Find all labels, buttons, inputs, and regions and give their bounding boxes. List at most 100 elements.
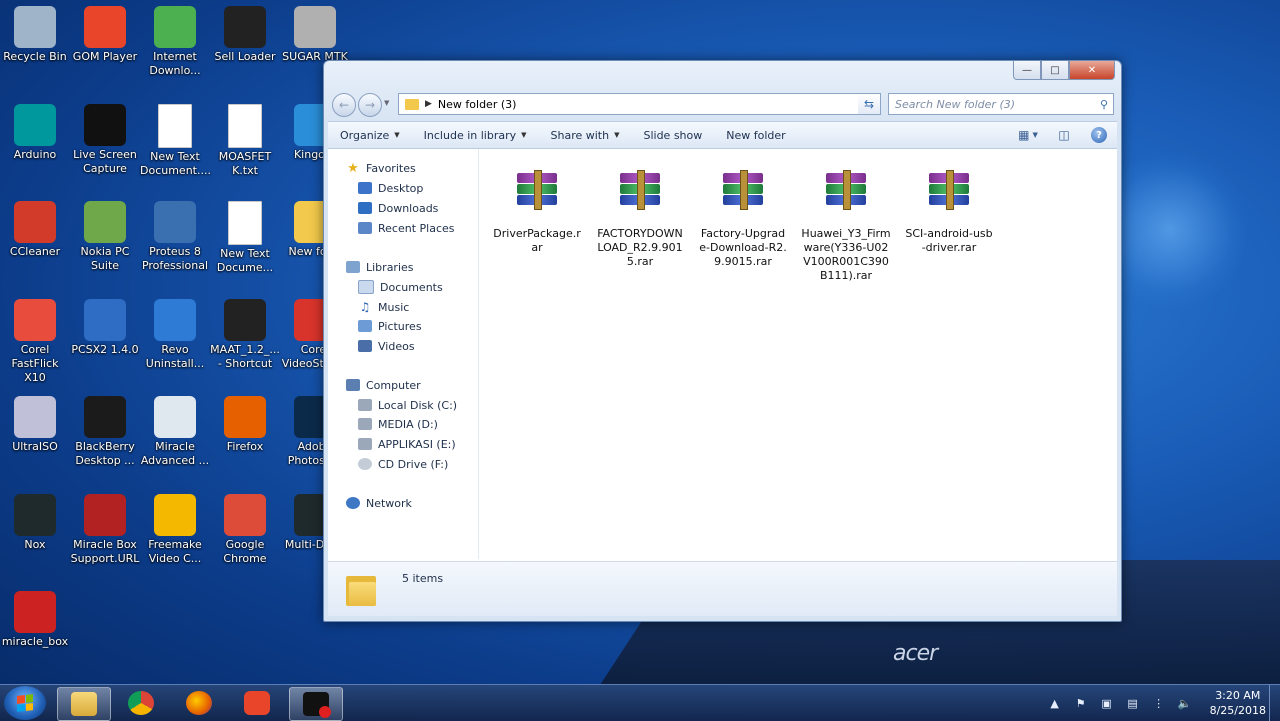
miracle-box-icon	[14, 591, 56, 633]
winrar-archive-icon	[826, 170, 866, 210]
desktop-icon-item[interactable]: MOASFET K.txt	[210, 103, 280, 178]
computer-icon	[346, 379, 360, 391]
search-icon[interactable]: ⚲	[1095, 98, 1113, 111]
desktop-icon-item[interactable]: Arduino	[0, 103, 70, 162]
taskbar: ▲ ⚑ ▣ ▤ ⋮ 🔈 3:20 AM 8/25/2018	[0, 684, 1280, 721]
desktop-icon-item[interactable]: Nokia PC Suite	[70, 201, 140, 273]
desktop-icon-item[interactable]: MAAT_1.2_... - Shortcut	[210, 298, 280, 371]
desktop-icon-item[interactable]: BlackBerry Desktop ...	[70, 396, 140, 468]
new-folder-button[interactable]: New folder	[714, 129, 797, 142]
file-item[interactable]: Huawei_Y3_Firmware(Y336-U02V100R001C390B…	[801, 157, 891, 283]
desktop-icon-item[interactable]: UltraISO	[0, 396, 70, 454]
taskbar-explorer[interactable]	[57, 687, 111, 721]
desktop-icon-item[interactable]: New Text Document....	[140, 103, 211, 178]
desktop-icon-item[interactable]: Miracle Advanced ...	[140, 396, 210, 468]
desktop-icon-item[interactable]: Firefox	[210, 396, 280, 454]
desktop-icon-item[interactable]: Nox	[0, 493, 70, 552]
file-name: FACTORYDOWNLOAD_R2.9.9015.rar	[597, 227, 683, 268]
nav-libraries[interactable]: Libraries	[346, 258, 414, 276]
nav-network-label: Network	[366, 496, 412, 510]
maximize-button[interactable]: □	[1041, 61, 1069, 80]
include-in-library-menu[interactable]: Include in library ▼	[412, 129, 539, 142]
close-button[interactable]: ✕	[1069, 61, 1115, 80]
help-button[interactable]: ?	[1091, 127, 1107, 143]
share-with-menu[interactable]: Share with ▼	[539, 129, 632, 142]
ultraiso-icon	[14, 396, 56, 438]
show-hidden-icons-button[interactable]: ▲	[1048, 696, 1062, 710]
show-desktop-button[interactable]	[1269, 685, 1280, 721]
nav-applikasi-e[interactable]: APPLIKASI (E:)	[358, 435, 456, 453]
address-bar[interactable]: ▶ New folder (3) ▼	[398, 93, 878, 115]
desktop-icon-item[interactable]: Miracle Box Support.URL	[70, 493, 140, 566]
desktop-icon-label: Miracle Box Support.URL	[70, 537, 140, 565]
file-item[interactable]: SCI-android-usb-driver.rar	[904, 157, 994, 255]
desktop-icon-item[interactable]: Freemake Video C...	[140, 493, 210, 566]
desktop-icon-item[interactable]: Live Screen Capture	[70, 103, 140, 176]
windows-logo-icon	[17, 694, 33, 712]
nav-videos[interactable]: Videos	[358, 337, 415, 355]
nav-libraries-label: Libraries	[366, 260, 414, 274]
nav-computer[interactable]: Computer	[346, 376, 421, 394]
desktop-icon-item[interactable]: Sell Loader	[210, 6, 280, 64]
breadcrumb-current-folder[interactable]: New folder (3)	[438, 98, 861, 111]
start-button[interactable]	[4, 686, 46, 720]
desktop-icon-item[interactable]: CCleaner	[0, 201, 70, 259]
file-item[interactable]: DriverPackage.rar	[492, 157, 582, 255]
taskbar-screen-capture[interactable]	[289, 687, 343, 721]
pictures-icon	[358, 320, 372, 332]
desktop-icon-item[interactable]: Revo Uninstall...	[140, 298, 210, 371]
nav-network[interactable]: Network	[346, 494, 412, 512]
search-input[interactable]	[889, 96, 1095, 112]
back-button[interactable]: ←	[332, 93, 356, 117]
nav-media-d[interactable]: MEDIA (D:)	[358, 415, 438, 433]
nav-desktop[interactable]: Desktop	[358, 179, 423, 197]
forward-button[interactable]: →	[358, 93, 382, 117]
desktop-icon-item[interactable]: PCSX2 1.4.0	[70, 298, 140, 357]
desktop-icon-item[interactable]: Proteus 8 Professional	[140, 201, 210, 273]
desktop-icon-item[interactable]: SUGAR MTK	[280, 6, 350, 64]
minimize-button[interactable]: —	[1013, 61, 1041, 80]
desktop-icon-item[interactable]: Recycle Bin	[0, 6, 70, 64]
usb-icon[interactable]: ⋮	[1152, 696, 1166, 710]
organize-menu[interactable]: Organize ▼	[328, 129, 412, 142]
freemake-icon	[154, 493, 196, 536]
desktop-icon-item[interactable]: Internet Downlo...	[140, 6, 210, 78]
nav-downloads[interactable]: Downloads	[358, 199, 438, 217]
libraries-icon	[346, 261, 360, 273]
device-icon[interactable]: ▣	[1100, 696, 1114, 710]
nav-recent-places[interactable]: Recent Places	[358, 219, 455, 237]
nav-local-disk-c[interactable]: Local Disk (C:)	[358, 396, 457, 414]
clock[interactable]: 3:20 AM 8/25/2018	[1210, 688, 1266, 718]
proteus-icon	[154, 201, 196, 243]
file-item[interactable]: Factory-Upgrade-Download-R2.9.9015.rar	[698, 157, 788, 269]
taskbar-firefox[interactable]	[173, 687, 225, 719]
network-tray-icon[interactable]: ▤	[1126, 696, 1140, 710]
volume-icon[interactable]: 🔈	[1178, 696, 1192, 710]
search-box[interactable]: ⚲	[888, 93, 1114, 115]
chevron-down-icon: ▼	[1032, 131, 1038, 139]
refresh-button[interactable]: ⇆	[858, 93, 881, 115]
nav-music[interactable]: ♫ Music	[358, 298, 410, 316]
nav-cd-drive-f[interactable]: CD Drive (F:)	[358, 455, 448, 473]
desktop-icon-item[interactable]: New Text Docume...	[210, 201, 280, 275]
slide-show-button[interactable]: Slide show	[631, 129, 714, 142]
desktop-icon-item[interactable]: Google Chrome	[210, 493, 280, 566]
clock-date: 8/25/2018	[1209, 704, 1266, 717]
taskbar-chrome[interactable]	[115, 687, 167, 719]
desktop-icon-item[interactable]: miracle_box	[0, 591, 70, 649]
nav-documents[interactable]: Documents	[358, 278, 443, 296]
refresh-icon: ⇆	[863, 97, 875, 111]
desktop-icon-label: Live Screen Capture	[73, 147, 137, 175]
desktop-icon-item[interactable]: Corel FastFlick X10	[0, 298, 70, 385]
action-center-icon[interactable]: ⚑	[1074, 696, 1088, 710]
recent-pages-dropdown[interactable]: ▼	[384, 99, 389, 107]
desktop-icon-item[interactable]: GOM Player	[70, 6, 140, 64]
file-item[interactable]: FACTORYDOWNLOAD_R2.9.9015.rar	[595, 157, 685, 269]
revo-uninstaller-icon	[154, 298, 196, 341]
change-view-button[interactable]: ▦ ▼	[1018, 127, 1038, 143]
taskbar-gom-player[interactable]	[231, 687, 283, 719]
preview-pane-button[interactable]: ◫	[1055, 127, 1073, 143]
nav-favorites[interactable]: ★ Favorites	[346, 159, 416, 177]
nav-pictures[interactable]: Pictures	[358, 317, 422, 335]
view-controls: ▦ ▼ ◫ ?	[1018, 127, 1117, 143]
